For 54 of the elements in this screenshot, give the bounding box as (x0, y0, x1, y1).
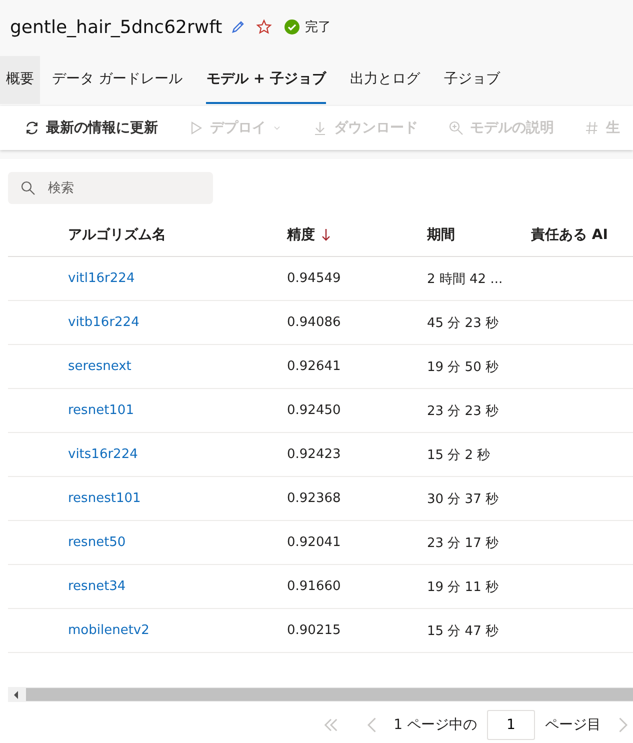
table-cell-text: 0.92041 (287, 535, 342, 550)
double-chevron-left-icon (322, 716, 340, 734)
table-cell-text: 0.92450 (287, 403, 342, 418)
tab[interactable]: 子ジョブ (432, 56, 512, 104)
download-icon (312, 120, 328, 136)
algorithm-link[interactable]: resnet101 (68, 403, 134, 418)
column-header[interactable]: 責任ある AI (531, 226, 608, 244)
table-cell-text: 19 分 11 秒 (427, 578, 500, 596)
table-cell-text: 30 分 37 秒 (427, 490, 500, 508)
table-cell-text: 23 分 17 秒 (427, 534, 500, 552)
table-cell-text: 23 分 23 秒 (427, 402, 500, 420)
favorite-star-icon[interactable] (256, 19, 272, 35)
column-header[interactable]: 精度 (287, 226, 315, 244)
table-cell-text: 15 分 2 秒 (427, 446, 492, 464)
search-field[interactable]: 検索 (8, 172, 213, 204)
scroll-left-icon (14, 690, 18, 698)
table-cell-text: 0.91660 (287, 579, 342, 594)
algorithm-link[interactable]: resnet50 (68, 535, 126, 550)
table-cell-text: 19 分 50 秒 (427, 358, 500, 376)
algorithm-link[interactable]: vits16r224 (68, 447, 138, 462)
page-suffix-label: ページ目 (545, 716, 601, 734)
column-header[interactable]: 期間 (427, 226, 455, 244)
algorithm-link[interactable]: vitl16r224 (68, 271, 135, 286)
tab[interactable]: 概要 (0, 56, 40, 104)
edit-pencil-icon[interactable] (230, 19, 246, 35)
horizontal-scrollbar[interactable] (8, 687, 633, 702)
success-check-icon (284, 19, 300, 35)
table-cell-text: 0.94549 (287, 271, 342, 286)
zoom-in-icon (448, 120, 464, 136)
table-cell-text: 2 時間 42 ... (427, 270, 504, 288)
tab[interactable]: データ ガードレール (40, 56, 194, 104)
table-cell-text: 0.94086 (287, 315, 342, 330)
hash-icon (584, 120, 600, 136)
table-cell-text: 15 分 47 秒 (427, 622, 500, 640)
refresh-button[interactable]: 最新の情報に更新 (16, 111, 166, 145)
table-cell-text: 45 分 23 秒 (427, 314, 500, 332)
table-cell-text: 0.92641 (287, 359, 342, 374)
algorithm-link[interactable]: vitb16r224 (68, 315, 140, 330)
algorithm-link[interactable]: seresnext (68, 359, 132, 374)
algorithm-link[interactable]: resnest101 (68, 491, 141, 506)
table-cell-text: 0.90215 (287, 623, 342, 638)
page-input[interactable]: 1 (487, 710, 535, 740)
status-label: 完了 (305, 19, 332, 36)
table-cell-text: 0.92368 (287, 491, 342, 506)
search-icon (20, 180, 36, 196)
run-title: gentle_hair_5dnc62rwft (10, 16, 222, 38)
page-count-label: 1 ページ中の (394, 716, 477, 734)
tab[interactable]: 出力とログ (338, 56, 432, 104)
table-cell-text: 0.92423 (287, 447, 342, 462)
refresh-icon (24, 120, 40, 136)
column-header[interactable]: アルゴリズム名 (68, 226, 166, 244)
tab[interactable]: モデル + 子ジョブ (206, 56, 326, 104)
algorithm-link[interactable]: mobilenetv2 (68, 623, 150, 638)
algorithm-link[interactable]: resnet34 (68, 579, 126, 594)
